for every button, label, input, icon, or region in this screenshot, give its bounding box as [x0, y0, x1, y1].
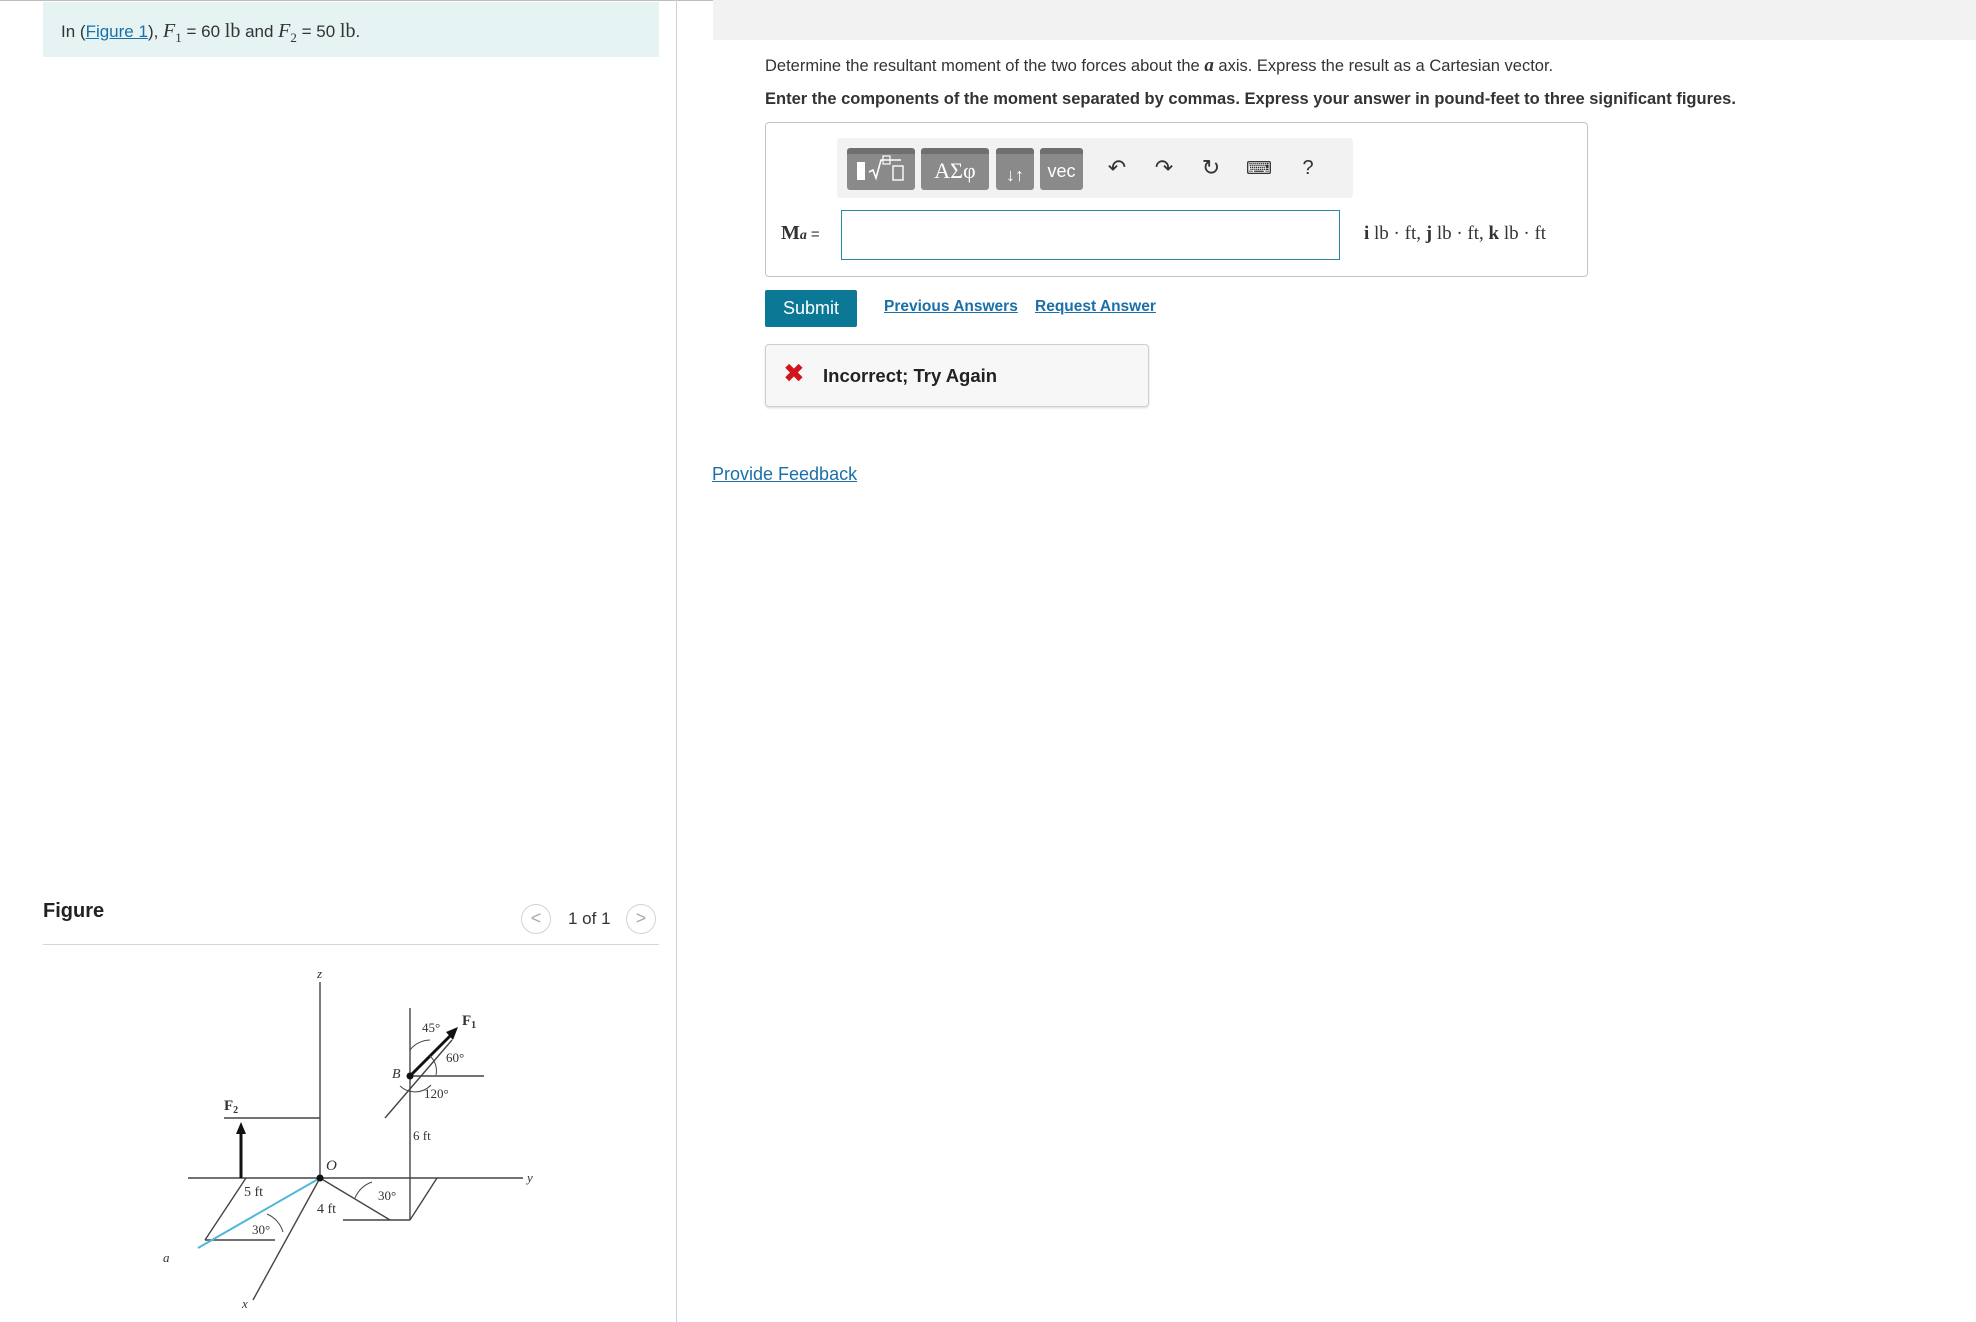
- redo-icon[interactable]: ↷: [1150, 154, 1178, 182]
- f2-value: = 50: [296, 22, 340, 41]
- f2-symbol: F2: [278, 20, 297, 45]
- f1-unit: lb: [224, 20, 241, 42]
- figure-next-button[interactable]: >: [626, 904, 656, 934]
- previous-answers-link[interactable]: Previous Answers: [884, 298, 1018, 316]
- f1-symbol: F1: [163, 20, 182, 45]
- chevron-left-icon: <: [530, 908, 542, 928]
- submit-button[interactable]: Submit: [765, 290, 857, 327]
- figure-counter: 1 of 1: [568, 909, 611, 928]
- templates-button[interactable]: [847, 148, 915, 190]
- z-label: z: [316, 966, 322, 981]
- point-O: [316, 1174, 324, 1182]
- x-icon: ✖: [783, 359, 805, 389]
- reset-icon[interactable]: ↻: [1197, 154, 1225, 182]
- figure-heading: Figure: [43, 900, 105, 922]
- answer-instructions: Enter the components of the moment separ…: [765, 90, 1736, 108]
- figure-link[interactable]: Figure 1: [86, 22, 148, 41]
- panel-divider: [676, 0, 677, 1322]
- chevron-right-icon: >: [635, 908, 647, 928]
- f1-value: = 60: [181, 22, 225, 41]
- feedback-message: ✖ Incorrect; Try Again: [765, 344, 1149, 407]
- f2-label: F2: [224, 1098, 238, 1116]
- f2-unit: lb: [339, 20, 356, 42]
- origin-label: O: [326, 1158, 337, 1174]
- angle-60-label: 60°: [446, 1050, 464, 1065]
- intro-text: ),: [147, 22, 164, 41]
- question-text: Determine the resultant moment of the tw…: [765, 55, 1554, 76]
- greek-symbols-button[interactable]: ΑΣφ: [921, 148, 989, 190]
- axis-symbol: a: [1204, 55, 1214, 76]
- a-label: a: [163, 1250, 170, 1265]
- force-diagram: z y x a O B F1 F2 45° 60° 120° 6 ft 5 ft…: [163, 966, 533, 1311]
- length-5ft-label: 5 ft: [244, 1185, 263, 1200]
- request-answer-link[interactable]: Request Answer: [1035, 298, 1156, 316]
- intro-text: In (: [61, 22, 86, 41]
- vector-button[interactable]: vec: [1040, 148, 1083, 190]
- x-label: x: [241, 1296, 248, 1311]
- feedback-text: Incorrect; Try Again: [823, 365, 998, 386]
- part-header-band: [713, 0, 1976, 40]
- figure-prev-button[interactable]: <: [521, 904, 551, 934]
- keyboard-icon[interactable]: ⌨: [1245, 154, 1273, 182]
- problem-intro: In (Figure 1), F1 = 60 lb and F2 = 50 lb…: [43, 2, 659, 57]
- figure-divider: [43, 944, 659, 945]
- length-4ft-label: 4 ft: [317, 1202, 336, 1217]
- help-button[interactable]: ?: [1294, 154, 1322, 182]
- b-label: B: [392, 1067, 401, 1082]
- y-label: y: [525, 1170, 533, 1185]
- intro-text: and: [240, 22, 279, 41]
- angle-30b-label: 30°: [378, 1188, 396, 1203]
- angle-45-label: 45°: [422, 1020, 440, 1035]
- moment-answer-input[interactable]: [841, 210, 1340, 260]
- fraction-sqrt-icon: [857, 155, 904, 181]
- point-B: [406, 1072, 414, 1080]
- angle-30a-label: 30°: [252, 1222, 270, 1237]
- answer-units: i lb · ft, j lb · ft, k lb · ft: [1364, 223, 1547, 244]
- angle-120-label: 120°: [424, 1086, 449, 1101]
- answer-label: Ma =: [781, 222, 820, 244]
- f1-label: F1: [462, 1013, 476, 1031]
- undo-icon[interactable]: ↶: [1103, 154, 1131, 182]
- math-toolbar: ΑΣφ ↓↑ vec ↶ ↷ ↻ ⌨ ?: [837, 138, 1353, 198]
- provide-feedback-link[interactable]: Provide Feedback: [712, 464, 857, 485]
- subscript-arrows-button[interactable]: ↓↑: [996, 148, 1034, 190]
- length-6ft-label: 6 ft: [413, 1128, 431, 1143]
